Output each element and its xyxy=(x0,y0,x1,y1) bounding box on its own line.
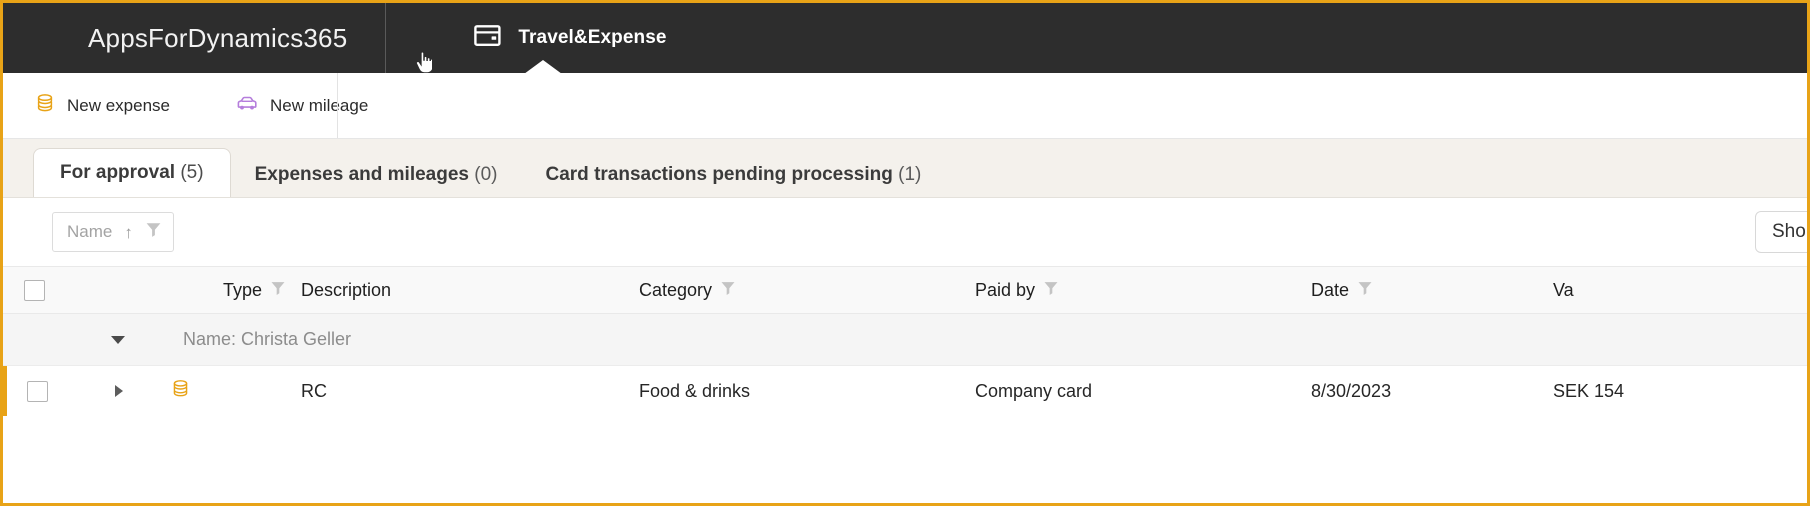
tab-card-transactions-pending-processing[interactable]: Card transactions pending processing (1) xyxy=(522,153,946,197)
new-expense-label: New expense xyxy=(67,95,171,115)
paid-by-funnel-icon[interactable] xyxy=(1043,280,1059,301)
name-filter-chip[interactable]: Name ↑ xyxy=(52,212,174,252)
tab-expenses-and-mileages-label: Expenses and mileages xyxy=(254,164,469,185)
category-funnel-icon[interactable] xyxy=(720,280,736,301)
application-window: AppsForDynamics365 Travel&Expense New ex… xyxy=(0,0,1810,506)
filter-bar: Name ↑ Sho xyxy=(3,198,1807,266)
type-funnel-icon[interactable] xyxy=(270,280,286,301)
cell-type xyxy=(171,379,301,403)
car-icon xyxy=(236,95,258,116)
command-bar-divider xyxy=(337,73,338,138)
date-funnel-icon[interactable] xyxy=(1357,280,1373,301)
wallet-icon xyxy=(474,24,501,52)
column-header-date[interactable]: Date xyxy=(1311,280,1553,301)
cell-date: 8/30/2023 xyxy=(1311,380,1392,401)
row-select-checkbox-cell[interactable] xyxy=(7,380,67,402)
view-tab-strip: For approval (5) Expenses and mileages (… xyxy=(3,139,1807,198)
funnel-icon[interactable] xyxy=(145,221,162,243)
new-mileage-button[interactable]: New mileage xyxy=(232,95,390,116)
select-all-checkbox[interactable] xyxy=(23,279,45,301)
tab-card-transactions-label: Card transactions pending processing xyxy=(545,164,893,185)
brand-title: AppsForDynamics365 xyxy=(88,22,348,53)
select-all-checkbox-cell[interactable] xyxy=(3,279,65,301)
column-header-category-label: Category xyxy=(639,279,713,300)
tab-for-approval[interactable]: For approval (5) xyxy=(33,148,231,197)
tab-for-approval-label: For approval xyxy=(60,162,176,183)
group-row-label: Name: Christa Geller xyxy=(183,329,352,349)
column-header-type[interactable]: Type xyxy=(171,280,301,301)
chevron-down-icon[interactable] xyxy=(111,335,125,344)
sort-ascending-icon[interactable]: ↑ xyxy=(124,224,133,241)
grid-header-row: Type Description Category Paid by Date V… xyxy=(3,266,1807,314)
cell-paid-by: Company card xyxy=(975,380,1093,401)
show-button[interactable]: Sho xyxy=(1755,211,1807,253)
row-expand-toggle[interactable] xyxy=(67,385,171,397)
app-tab-travel-expense[interactable]: Travel&Expense xyxy=(386,3,700,74)
top-header-bar: AppsForDynamics365 Travel&Expense xyxy=(3,3,1807,74)
tab-card-transactions-count: (1) xyxy=(898,164,922,185)
row-select-checkbox[interactable] xyxy=(26,380,48,402)
group-row[interactable]: Name: Christa Geller xyxy=(3,314,1807,366)
cell-description: RC xyxy=(301,380,327,401)
column-header-category[interactable]: Category xyxy=(639,280,975,301)
column-header-paid-by[interactable]: Paid by xyxy=(975,280,1311,301)
column-header-value[interactable]: Va xyxy=(1553,280,1807,301)
column-header-type-label: Type xyxy=(223,279,263,300)
cell-value: SEK 154 xyxy=(1553,380,1625,401)
column-header-description[interactable]: Description xyxy=(301,280,639,301)
active-tab-pointer xyxy=(524,60,563,74)
new-expense-button[interactable]: New expense xyxy=(31,93,192,118)
coins-icon xyxy=(35,93,55,118)
name-filter-input[interactable]: Name xyxy=(67,222,112,242)
group-collapse-toggle[interactable] xyxy=(65,335,171,344)
table-row[interactable]: RC Food & drinks Company card 8/30/2023 … xyxy=(3,366,1807,416)
command-bar: New expense New mileage xyxy=(3,73,1807,139)
column-header-paid-by-label: Paid by xyxy=(975,279,1036,300)
coins-icon xyxy=(171,379,190,403)
chevron-right-icon[interactable] xyxy=(115,385,123,397)
tab-for-approval-count: (5) xyxy=(180,162,204,183)
tab-expenses-and-mileages-count: (0) xyxy=(474,164,498,185)
app-tab-label: Travel&Expense xyxy=(518,27,667,48)
column-header-description-label: Description xyxy=(301,279,392,300)
new-mileage-label: New mileage xyxy=(270,95,369,115)
expense-grid: Type Description Category Paid by Date V… xyxy=(3,266,1807,416)
column-header-date-label: Date xyxy=(1311,279,1350,300)
tab-expenses-and-mileages[interactable]: Expenses and mileages (0) xyxy=(231,153,522,197)
mouse-cursor-icon xyxy=(416,51,434,74)
column-header-value-label: Va xyxy=(1553,279,1574,300)
cell-category: Food & drinks xyxy=(639,380,751,401)
